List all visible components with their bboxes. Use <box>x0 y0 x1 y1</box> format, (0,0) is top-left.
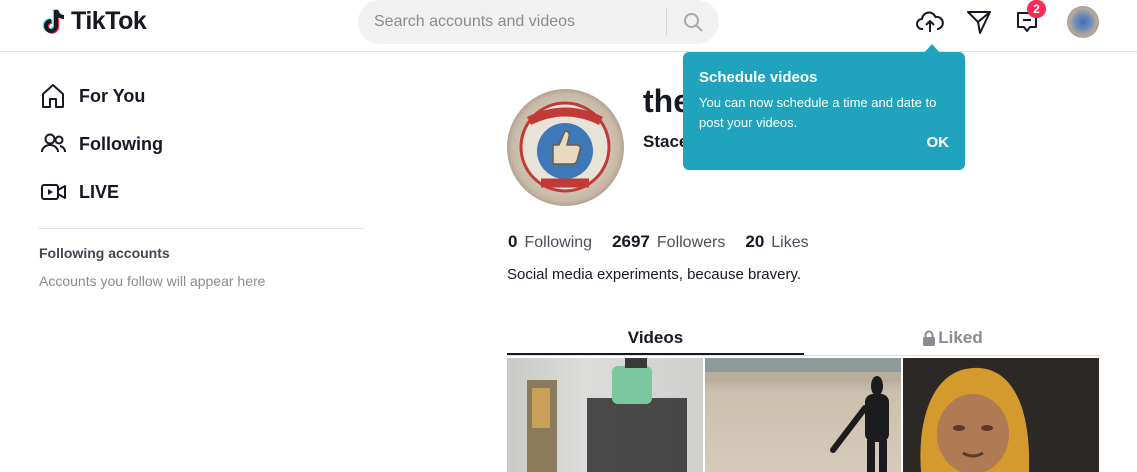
search-bar <box>358 0 719 44</box>
schedule-videos-tooltip: Schedule videos You can now schedule a t… <box>683 52 965 170</box>
sidebar-item-live[interactable]: LIVE <box>38 168 364 216</box>
sidebar-item-label: Following <box>79 133 163 154</box>
following-label: Following <box>524 234 593 251</box>
tab-videos[interactable]: Videos <box>507 320 804 356</box>
sidebar-item-label: For You <box>79 85 146 106</box>
followers-label: Followers <box>656 234 726 251</box>
video-thumbnail[interactable] <box>903 358 1099 472</box>
search-button[interactable] <box>667 0 719 44</box>
sidebar-item-label: LIVE <box>79 181 120 202</box>
top-header: TikTok 2 <box>0 0 1137 52</box>
tooltip-ok-button[interactable]: OK <box>927 134 950 151</box>
following-accounts-heading: Following accounts <box>39 245 170 261</box>
video-thumbnail[interactable] <box>507 358 703 472</box>
profile-bio: Social media experiments, because braver… <box>507 266 802 283</box>
search-input[interactable] <box>374 13 666 31</box>
profile-nickname: Stace <box>643 132 689 151</box>
followers-count: 2697 <box>612 232 650 251</box>
tiktok-logo[interactable]: TikTok <box>42 7 147 36</box>
messages-button[interactable] <box>965 8 993 36</box>
tab-videos-label: Videos <box>627 328 684 347</box>
profile-tabs: Videos Liked <box>507 320 1100 356</box>
video-thumbnail-image <box>527 358 687 472</box>
profile-stats: 0 Following 2697 Followers 20 Likes <box>508 232 829 252</box>
thumbs-logo-image <box>519 101 611 193</box>
live-icon <box>38 175 72 209</box>
home-icon <box>38 79 72 113</box>
messages-icon <box>967 11 991 34</box>
following-count: 0 <box>508 232 518 251</box>
profile-avatar[interactable] <box>507 89 624 206</box>
video-thumbnail-image <box>903 358 1099 472</box>
likes-count: 20 <box>745 232 765 251</box>
search-icon <box>684 13 703 32</box>
tab-liked[interactable]: Liked <box>804 320 1101 356</box>
upload-button[interactable] <box>916 8 944 36</box>
logo-text: TikTok <box>71 7 147 35</box>
tooltip-title: Schedule videos <box>699 69 818 86</box>
tiktok-note-icon <box>42 8 65 34</box>
tooltip-body: You can now schedule a time and date to … <box>699 95 937 130</box>
sidebar: For You Following LIVE Following account… <box>38 52 364 289</box>
video-thumbnail-image <box>705 358 901 472</box>
following-accounts-hint: Accounts you follow will appear here <box>39 273 266 289</box>
inbox-badge: 2 <box>1027 0 1046 18</box>
users-icon <box>38 127 72 161</box>
lock-icon <box>923 330 936 346</box>
user-avatar[interactable] <box>1067 6 1099 38</box>
likes-label: Likes <box>771 234 809 251</box>
sidebar-divider <box>38 228 364 229</box>
tab-liked-label: Liked <box>938 328 983 347</box>
sidebar-item-for-you[interactable]: For You <box>38 72 364 120</box>
upload-icon <box>916 11 944 32</box>
video-thumbnail[interactable] <box>705 358 901 472</box>
tab-active-indicator <box>507 353 804 355</box>
sidebar-item-following[interactable]: Following <box>38 120 364 168</box>
